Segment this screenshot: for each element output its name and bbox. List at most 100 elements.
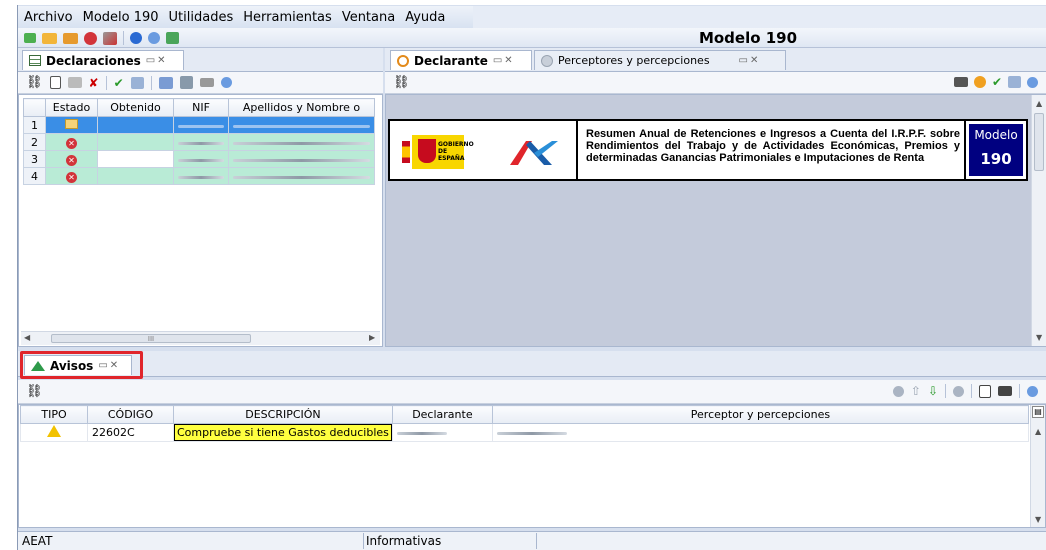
nombre-cell[interactable] [228,150,375,168]
menu-utilidades[interactable]: Utilidades [169,10,234,25]
preview-icon[interactable] [979,384,991,398]
col-codigo[interactable]: CÓDIGO [87,405,174,424]
table-row[interactable]: 22602C Compruebe si tiene Gastos deducib… [20,423,1030,442]
grid-icon[interactable] [179,76,193,89]
status-separator [536,533,537,549]
tab-declarante[interactable]: Declarante ▭✕ [390,50,532,70]
validate-check-icon[interactable]: ✔ [114,76,124,90]
status-cell[interactable]: ✕ [45,150,98,168]
search-icon[interactable] [953,385,964,397]
validate-check-icon[interactable]: ✔ [992,75,1002,89]
obtenido-cell[interactable] [97,116,174,134]
scroll-up-icon[interactable]: ▲ [1035,427,1041,436]
declarante-tab-icon [397,54,409,67]
delete-x-icon[interactable]: ✘ [89,76,99,90]
nif-cell[interactable] [173,167,229,185]
scroll-up-icon[interactable]: ▲ [1036,99,1042,108]
col-perceptor[interactable]: Perceptor y percepciones [491,405,1030,424]
error-icon: ✕ [66,137,77,149]
table-row[interactable]: 2 ✕ [23,133,375,151]
vertical-scrollbar[interactable]: ▤ ▲ ▼ [1030,405,1045,527]
blurred-nif [178,175,224,179]
new-icon[interactable] [24,33,36,43]
arrow-up-icon[interactable]: ⇧ [911,384,921,398]
menu-bar: Archivo Modelo 190 Utilidades Herramient… [18,6,1046,28]
scroll-right-icon[interactable]: ▶ [369,333,375,342]
menu-bar-shade [473,6,1046,28]
nombre-cell[interactable] [228,116,375,134]
nif-cell[interactable] [173,150,229,168]
open-folder-icon[interactable] [42,32,57,44]
obtenido-cell[interactable] [97,167,174,185]
menu-ayuda[interactable]: Ayuda [405,10,445,25]
tab-perceptores-label: Perceptores y percepciones [558,54,710,67]
table-row[interactable]: 4 ✕ [23,167,375,185]
agency-logo-area: GOBIERNO DE ESPAÑA [390,121,578,179]
tree-icon[interactable]: ⛓ [393,75,410,90]
minimize-close-icons[interactable]: ▭✕ [739,55,761,66]
help-icon[interactable] [1027,76,1038,88]
nif-cell[interactable] [173,133,229,151]
tab-perceptores[interactable]: Perceptores y percepciones ▭✕ [534,50,786,70]
horizontal-scrollbar[interactable]: ◀ III ▶ [21,331,380,345]
nombre-cell[interactable] [228,133,375,151]
scroll-thumb[interactable] [1034,113,1044,171]
sign-icon[interactable] [973,76,986,88]
help-icon[interactable] [1027,385,1038,397]
declarante-cell[interactable] [391,423,493,442]
status-left: AEAT [22,534,53,548]
status-cell[interactable] [45,116,98,134]
col-declarante[interactable]: Declarante [391,405,493,424]
arrow-down-icon[interactable]: ⇩ [928,384,938,398]
zoom-icon[interactable] [892,385,904,397]
scroll-down-icon[interactable]: ▼ [1036,333,1042,342]
help-icon[interactable] [220,77,232,88]
status-cell[interactable]: ✕ [45,133,98,151]
menu-herramientas[interactable]: Herramientas [243,10,332,25]
minimize-close-icons[interactable]: ▭✕ [493,55,515,66]
col-tipo[interactable]: TIPO [20,405,88,424]
print-icon[interactable] [953,77,968,87]
col-descripcion[interactable]: DESCRIPCIÓN [173,405,393,424]
scroll-down-icon[interactable]: ▼ [1035,515,1041,524]
print-icon[interactable] [199,78,214,87]
status-cell[interactable]: ✕ [45,167,98,185]
help-icon[interactable] [148,32,160,44]
codigo-cell[interactable]: 22602C [87,423,174,442]
descripcion-cell[interactable]: Compruebe si tiene Gastos deducibles [173,423,393,442]
tools-icon[interactable] [103,31,117,45]
col-estado[interactable]: Estado [45,98,98,117]
tipo-cell[interactable] [20,423,88,442]
nif-cell[interactable] [173,116,229,134]
col-obtenido[interactable]: Obtenido [97,98,174,117]
delete-icon[interactable] [84,31,97,45]
nombre-cell[interactable] [228,167,375,185]
folder-icon[interactable] [63,32,78,44]
print-icon[interactable] [998,386,1012,396]
table-row[interactable]: 3 ✕ [23,150,375,168]
obtenido-cell[interactable] [97,150,174,168]
table-row[interactable]: 1 [23,116,375,134]
tree-icon[interactable]: ⛓ [26,75,43,90]
column-chooser-icon[interactable]: ▤ [1032,406,1044,418]
search-icon[interactable] [130,76,144,89]
export-icon[interactable] [158,76,173,89]
menu-modelo-190[interactable]: Modelo 190 [83,10,159,25]
perceptor-cell[interactable] [491,423,1030,442]
scroll-left-icon[interactable]: ◀ [24,333,30,342]
obtenido-cell[interactable] [97,133,174,151]
exit-icon[interactable] [166,32,179,44]
info-icon[interactable] [130,32,142,44]
tree-icon[interactable]: ⛓ [26,384,43,399]
scroll-thumb[interactable]: III [51,334,251,343]
menu-archivo[interactable]: Archivo [24,10,73,25]
open-icon[interactable] [67,77,82,88]
menu-ventana[interactable]: Ventana [342,10,395,25]
col-nif[interactable]: NIF [173,98,229,117]
tab-declaraciones[interactable]: Declaraciones ▭✕ [22,50,184,70]
col-apellidos[interactable]: Apellidos y Nombre o [228,98,375,117]
minimize-close-icons[interactable]: ▭✕ [146,55,168,66]
vertical-scrollbar[interactable]: ▲ ▼ [1031,95,1046,346]
search-icon[interactable] [1008,76,1021,88]
new-doc-icon[interactable] [49,76,61,89]
